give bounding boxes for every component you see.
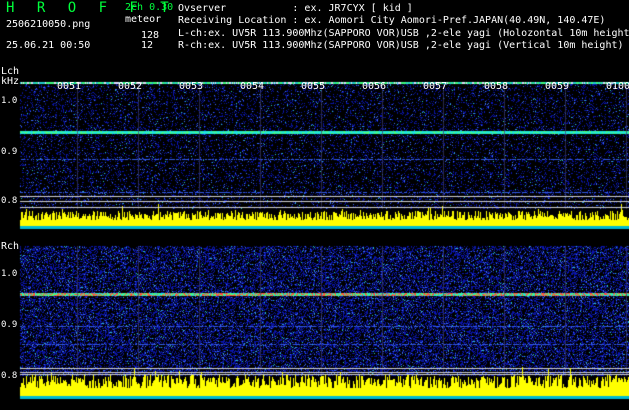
minute-tick-label: 0052 (118, 81, 143, 92)
timestamp: 25.06.21 00:50 (6, 40, 91, 51)
minute-tick-label: 0100 (606, 81, 629, 92)
minute-tick-label: 0053 (179, 81, 204, 92)
observer-line: Ovserver : ex. JR7CYX [ kid ] (178, 3, 413, 14)
lch-ytick-3: 0.8 (1, 196, 18, 206)
minute-tick-label: 0058 (484, 81, 509, 92)
minute-tick-label: 0059 (545, 81, 570, 92)
lch-panel: Lch kHz 1.0 0.9 0.8 0051 0052 0053 0054 0055… (0, 64, 629, 234)
lch-config-line: L-ch:ex. UV5R 113.900Mhz(SAPPORO VOR)USB… (178, 28, 629, 39)
location-line: Receiving Location : ex. Aomori City Aom… (178, 15, 606, 26)
rch-panel: Rch 1.0 0.9 0.8 (0, 238, 629, 410)
minute-tick-label: 0056 (362, 81, 387, 92)
minute-tick-label: 0051 (57, 81, 82, 92)
lch-ytick-1: 1.0 (1, 96, 18, 106)
minute-tick-label: 0055 (301, 81, 326, 92)
rch-ytick-3: 0.8 (1, 371, 18, 381)
lch-unit: kHz (1, 76, 20, 87)
file-name: 2506210050.png (6, 19, 91, 30)
rch-config-line: R-ch:ex. UV5R 113.900Mhz(SAPPORO VOR)USB… (178, 40, 624, 51)
observation-kind: meteor (125, 14, 162, 25)
lch-ytick-2: 0.9 (1, 147, 18, 157)
minute-tick-label: 0054 (240, 81, 265, 92)
rch-ytick-1: 1.0 (1, 269, 18, 279)
version-label: 2ch 0.30 (125, 2, 174, 13)
rch-spectrogram (0, 238, 629, 410)
rch-ytick-2: 0.9 (1, 320, 18, 330)
rch-label: Rch (1, 241, 20, 252)
rch-count: 12 (141, 40, 154, 51)
minute-tick-label: 0057 (423, 81, 448, 92)
